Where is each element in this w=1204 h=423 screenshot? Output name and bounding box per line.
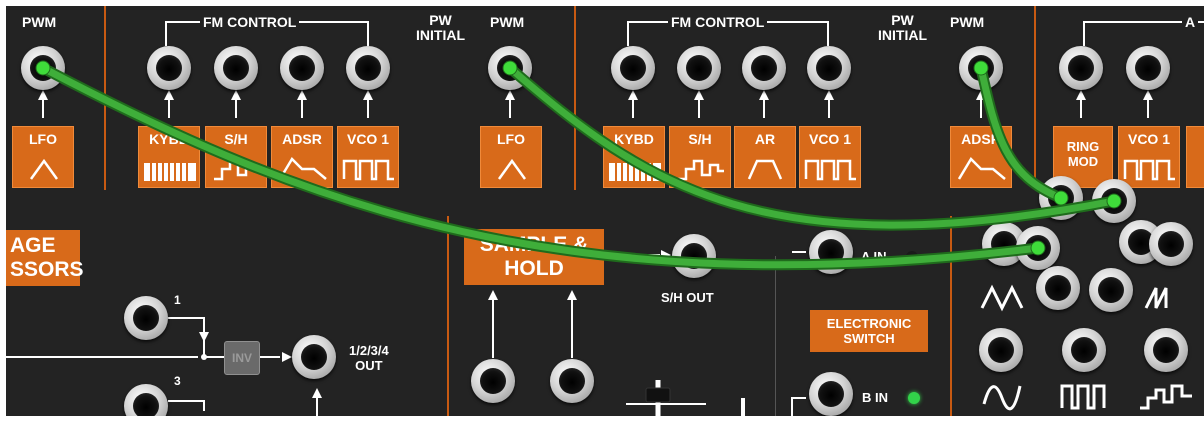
cable-plug — [1030, 240, 1046, 256]
synth-panel: PWM FM CONTROL PW INITIAL PWM FM CONTROL… — [6, 6, 1204, 416]
cable-plug — [502, 60, 518, 76]
cable-plug — [35, 60, 51, 76]
cable-plug — [1106, 193, 1122, 209]
cable-plug — [973, 60, 989, 76]
cable-plug — [1053, 190, 1069, 206]
patch-cables — [35, 60, 1122, 271]
